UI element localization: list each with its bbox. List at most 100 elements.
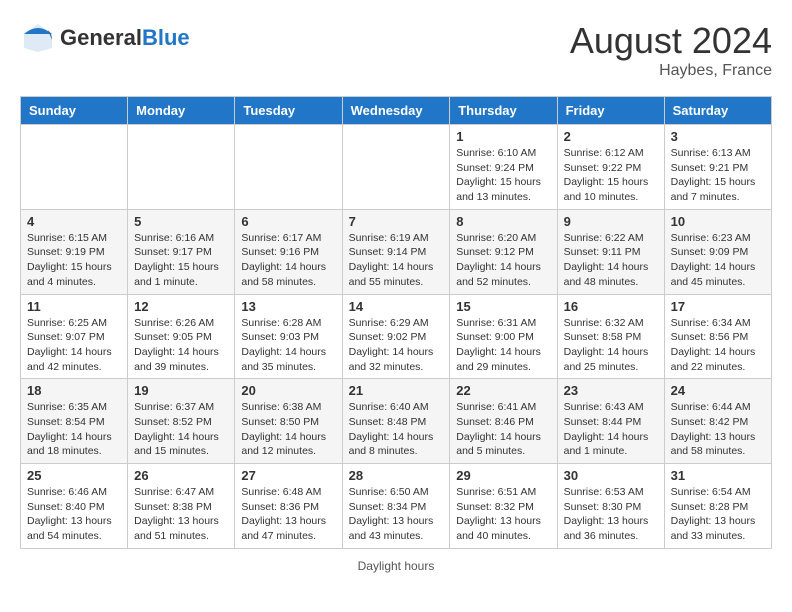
- day-info: Sunrise: 6:19 AM Sunset: 9:14 PM Dayligh…: [349, 231, 444, 290]
- day-number: 9: [564, 214, 658, 229]
- calendar-cell: 1 Sunrise: 6:10 AM Sunset: 9:24 PM Daylig…: [450, 125, 557, 210]
- day-info: Sunrise: 6:17 AM Sunset: 9:16 PM Dayligh…: [241, 231, 335, 290]
- day-number: 16: [564, 299, 658, 314]
- day-info: Sunrise: 6:15 AM Sunset: 9:19 PM Dayligh…: [27, 231, 121, 290]
- logo-text: GeneralBlue: [60, 25, 190, 51]
- day-number: 18: [27, 383, 121, 398]
- day-info: Sunrise: 6:48 AM Sunset: 8:36 PM Dayligh…: [241, 485, 335, 544]
- calendar-cell: [342, 125, 450, 210]
- calendar-cell: 21 Sunrise: 6:40 AM Sunset: 8:48 PM Dayli…: [342, 379, 450, 464]
- day-number: 17: [671, 299, 765, 314]
- day-info: Sunrise: 6:40 AM Sunset: 8:48 PM Dayligh…: [349, 400, 444, 459]
- calendar-cell: 19 Sunrise: 6:37 AM Sunset: 8:52 PM Dayli…: [128, 379, 235, 464]
- day-number: 22: [456, 383, 550, 398]
- day-info: Sunrise: 6:53 AM Sunset: 8:30 PM Dayligh…: [564, 485, 658, 544]
- title-area: August 2024 Haybes, France: [570, 20, 772, 80]
- calendar-day-header: Friday: [557, 97, 664, 125]
- day-number: 31: [671, 468, 765, 483]
- day-number: 10: [671, 214, 765, 229]
- day-number: 26: [134, 468, 228, 483]
- day-info: Sunrise: 6:35 AM Sunset: 8:54 PM Dayligh…: [27, 400, 121, 459]
- calendar-cell: 25Sunrise: 6:46 AM Sunset: 8:40 PM Dayli…: [21, 464, 128, 549]
- calendar-week-row: 1 Sunrise: 6:10 AM Sunset: 9:24 PM Daylig…: [21, 125, 772, 210]
- day-number: 23: [564, 383, 658, 398]
- day-number: 2: [564, 129, 658, 144]
- calendar-cell: 24 Sunrise: 6:44 AM Sunset: 8:42 PM Dayli…: [664, 379, 771, 464]
- calendar-cell: 15Sunrise: 6:31 AM Sunset: 9:00 PM Dayli…: [450, 294, 557, 379]
- calendar-cell: 22 Sunrise: 6:41 AM Sunset: 8:46 PM Dayli…: [450, 379, 557, 464]
- day-number: 3: [671, 129, 765, 144]
- day-info: Sunrise: 6:54 AM Sunset: 8:28 PM Dayligh…: [671, 485, 765, 544]
- day-info: Sunrise: 6:20 AM Sunset: 9:12 PM Dayligh…: [456, 231, 550, 290]
- day-number: 6: [241, 214, 335, 229]
- day-info: Sunrise: 6:44 AM Sunset: 8:42 PM Dayligh…: [671, 400, 765, 459]
- calendar-cell: 31 Sunrise: 6:54 AM Sunset: 8:28 PM Dayli…: [664, 464, 771, 549]
- calendar-cell: 9 Sunrise: 6:22 AM Sunset: 9:11 PM Daylig…: [557, 209, 664, 294]
- logo-icon: [20, 20, 56, 56]
- calendar-table: SundayMondayTuesdayWednesdayThursdayFrid…: [20, 96, 772, 549]
- day-number: 14: [349, 299, 444, 314]
- day-number: 21: [349, 383, 444, 398]
- calendar-cell: 18 Sunrise: 6:35 AM Sunset: 8:54 PM Dayli…: [21, 379, 128, 464]
- calendar-cell: [235, 125, 342, 210]
- calendar-cell: 4 Sunrise: 6:15 AM Sunset: 9:19 PM Daylig…: [21, 209, 128, 294]
- day-info: Sunrise: 6:10 AM Sunset: 9:24 PM Dayligh…: [456, 146, 550, 205]
- day-info: Sunrise: 6:34 AM Sunset: 8:56 PM Dayligh…: [671, 316, 765, 375]
- day-info: Sunrise: 6:41 AM Sunset: 8:46 PM Dayligh…: [456, 400, 550, 459]
- day-number: 30: [564, 468, 658, 483]
- day-number: 11: [27, 299, 121, 314]
- day-number: 12: [134, 299, 228, 314]
- day-number: 7: [349, 214, 444, 229]
- day-number: 19: [134, 383, 228, 398]
- calendar-cell: 5Sunrise: 6:16 AM Sunset: 9:17 PM Daylig…: [128, 209, 235, 294]
- day-info: Sunrise: 6:22 AM Sunset: 9:11 PM Dayligh…: [564, 231, 658, 290]
- calendar-cell: 20 Sunrise: 6:38 AM Sunset: 8:50 PM Dayli…: [235, 379, 342, 464]
- logo: GeneralBlue: [20, 20, 190, 56]
- day-number: 28: [349, 468, 444, 483]
- day-number: 24: [671, 383, 765, 398]
- day-info: Sunrise: 6:32 AM Sunset: 8:58 PM Dayligh…: [564, 316, 658, 375]
- day-info: Sunrise: 6:38 AM Sunset: 8:50 PM Dayligh…: [241, 400, 335, 459]
- calendar-cell: 23 Sunrise: 6:43 AM Sunset: 8:44 PM Dayli…: [557, 379, 664, 464]
- calendar-cell: 17 Sunrise: 6:34 AM Sunset: 8:56 PM Dayli…: [664, 294, 771, 379]
- day-info: Sunrise: 6:31 AM Sunset: 9:00 PM Dayligh…: [456, 316, 550, 375]
- day-number: 8: [456, 214, 550, 229]
- calendar-week-row: 25Sunrise: 6:46 AM Sunset: 8:40 PM Dayli…: [21, 464, 772, 549]
- footer: Daylight hours: [20, 559, 772, 573]
- day-info: Sunrise: 6:12 AM Sunset: 9:22 PM Dayligh…: [564, 146, 658, 205]
- calendar-cell: 7 Sunrise: 6:19 AM Sunset: 9:14 PM Daylig…: [342, 209, 450, 294]
- calendar-cell: 3 Sunrise: 6:13 AM Sunset: 9:21 PM Daylig…: [664, 125, 771, 210]
- calendar-cell: [21, 125, 128, 210]
- day-info: Sunrise: 6:28 AM Sunset: 9:03 PM Dayligh…: [241, 316, 335, 375]
- day-info: Sunrise: 6:16 AM Sunset: 9:17 PM Dayligh…: [134, 231, 228, 290]
- calendar-cell: 30 Sunrise: 6:53 AM Sunset: 8:30 PM Dayli…: [557, 464, 664, 549]
- day-info: Sunrise: 6:23 AM Sunset: 9:09 PM Dayligh…: [671, 231, 765, 290]
- calendar-cell: 14Sunrise: 6:29 AM Sunset: 9:02 PM Dayli…: [342, 294, 450, 379]
- day-info: Sunrise: 6:43 AM Sunset: 8:44 PM Dayligh…: [564, 400, 658, 459]
- calendar-week-row: 11 Sunrise: 6:25 AM Sunset: 9:07 PM Dayli…: [21, 294, 772, 379]
- calendar-day-header: Monday: [128, 97, 235, 125]
- day-info: Sunrise: 6:47 AM Sunset: 8:38 PM Dayligh…: [134, 485, 228, 544]
- calendar-cell: 10 Sunrise: 6:23 AM Sunset: 9:09 PM Dayli…: [664, 209, 771, 294]
- day-info: Sunrise: 6:37 AM Sunset: 8:52 PM Dayligh…: [134, 400, 228, 459]
- calendar-day-header: Tuesday: [235, 97, 342, 125]
- day-info: Sunrise: 6:51 AM Sunset: 8:32 PM Dayligh…: [456, 485, 550, 544]
- day-info: Sunrise: 6:13 AM Sunset: 9:21 PM Dayligh…: [671, 146, 765, 205]
- calendar-header-row: SundayMondayTuesdayWednesdayThursdayFrid…: [21, 97, 772, 125]
- day-number: 20: [241, 383, 335, 398]
- calendar-day-header: Sunday: [21, 97, 128, 125]
- day-number: 1: [456, 129, 550, 144]
- calendar-cell: 8 Sunrise: 6:20 AM Sunset: 9:12 PM Daylig…: [450, 209, 557, 294]
- calendar-cell: 6 Sunrise: 6:17 AM Sunset: 9:16 PM Daylig…: [235, 209, 342, 294]
- calendar-cell: 12 Sunrise: 6:26 AM Sunset: 9:05 PM Dayli…: [128, 294, 235, 379]
- day-info: Sunrise: 6:50 AM Sunset: 8:34 PM Dayligh…: [349, 485, 444, 544]
- day-number: 27: [241, 468, 335, 483]
- calendar-day-header: Wednesday: [342, 97, 450, 125]
- calendar-day-header: Thursday: [450, 97, 557, 125]
- calendar-week-row: 18 Sunrise: 6:35 AM Sunset: 8:54 PM Dayli…: [21, 379, 772, 464]
- day-info: Sunrise: 6:25 AM Sunset: 9:07 PM Dayligh…: [27, 316, 121, 375]
- day-number: 4: [27, 214, 121, 229]
- day-info: Sunrise: 6:46 AM Sunset: 8:40 PM Dayligh…: [27, 485, 121, 544]
- page-header: GeneralBlue August 2024 Haybes, France: [20, 20, 772, 80]
- day-info: Sunrise: 6:26 AM Sunset: 9:05 PM Dayligh…: [134, 316, 228, 375]
